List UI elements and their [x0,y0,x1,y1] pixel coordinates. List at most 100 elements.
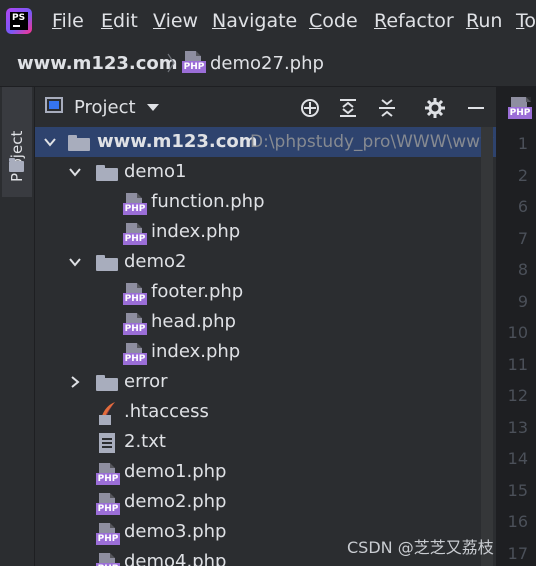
phpstorm-logo-icon: PS [6,8,32,34]
menu-label: o [524,10,536,32]
line-number: 15 [507,481,528,500]
watermark: CSDN @芝芝又荔枝 [347,538,494,557]
line-number: 7 [517,229,528,248]
expand-all-icon[interactable] [337,97,359,119]
folder-icon [68,135,90,151]
menu-mnemonic: E [101,10,114,32]
locate-icon[interactable] [299,97,321,119]
line-number: 12 [507,386,528,405]
line-number: 8 [517,260,528,279]
folder-icon [96,255,118,271]
logo-text: PS [12,13,26,23]
menu-label: ile [61,10,84,32]
collapse-all-icon[interactable] [376,97,398,119]
tree-scrollbar[interactable] [481,127,493,566]
editor-tab-php-icon[interactable]: PHP [508,97,536,121]
menu-label: efactor [386,10,454,32]
menu-label: iew [165,10,199,32]
tree-root-path: D:\phpstudy_pro\WWW\www [250,132,494,152]
tree-item-label: 2.txt [124,431,166,452]
tree-item-label: demo2 [124,251,187,272]
menu-label: dit [113,10,138,32]
tree-file-row[interactable]: PHP index.php [35,337,497,367]
line-number: 2 [517,166,528,185]
tree-item-label: .htaccess [124,401,209,422]
tree-file-row[interactable]: PHP head.php [35,307,497,337]
tree-folder-row[interactable]: demo2 [35,247,497,277]
tree-item-label: footer.php [151,281,244,302]
text-file-icon [99,433,115,453]
tool-window-strip: Project [0,87,35,566]
chevron-down-icon[interactable] [147,104,159,111]
tree-file-row[interactable]: 2.txt [35,427,497,457]
menu-file[interactable]: File [52,10,84,32]
menu-mnemonic: R [466,10,479,32]
tree-root-row[interactable]: www.m123.com D:\phpstudy_pro\WWW\www [35,127,497,157]
menu-code[interactable]: Code [309,10,358,32]
tree-root-name: www.m123.com [97,131,258,152]
editor-gutter: PHP 1 2 6 7 8 9 10 11 12 13 14 15 16 17 [498,87,536,566]
tree-file-row[interactable]: PHP footer.php [35,277,497,307]
menu-mnemonic: F [52,10,62,32]
line-number: 13 [507,418,528,437]
tree-file-row[interactable]: PHP index.php [35,217,497,247]
chevron-down-icon[interactable] [68,165,82,179]
breadcrumb-file[interactable]: demo27.php [210,53,324,74]
tree-item-label: index.php [151,221,241,242]
line-number: 1 [517,134,528,153]
tree-folder-row[interactable]: demo1 [35,157,497,187]
menu-view[interactable]: View [153,10,198,32]
line-number: 14 [507,449,528,468]
settings-icon[interactable] [424,97,446,119]
menu-mnemonic: V [153,10,166,32]
breadcrumb-separator-icon [167,53,175,73]
folder-icon [96,375,118,391]
chevron-right-icon[interactable] [68,375,82,389]
chevron-down-icon[interactable] [43,135,57,149]
tree-item-label: demo4.php [124,551,227,566]
project-view-icon [45,97,63,113]
apache-feather-icon [99,402,115,425]
hide-icon[interactable] [465,97,487,119]
php-file-icon: PHP [123,343,147,365]
tree-item-label: demo1 [124,161,187,182]
tree-item-label: index.php [151,341,241,362]
line-number: 9 [517,292,528,311]
tree-item-label: demo2.php [124,491,227,512]
project-tree: www.m123.com D:\phpstudy_pro\WWW\www dem… [35,127,497,566]
menu-bar: PS File Edit View Navigate Code Refactor… [0,0,536,44]
folder-icon [96,165,118,181]
php-file-icon: PHP [123,313,147,335]
line-number: 6 [517,197,528,216]
php-file-icon: PHP [96,523,120,545]
menu-label: avigate [226,10,298,32]
project-tool-tab[interactable]: Project [2,87,32,197]
menu-refactor[interactable]: Refactor [374,10,454,32]
tree-file-row[interactable]: PHP demo2.php [35,487,497,517]
tree-item-label: function.php [151,191,265,212]
project-view-selector[interactable]: Project [74,97,136,118]
project-tool-tab-label: Project [8,130,26,182]
php-file-icon: PHP [123,283,147,305]
tree-folder-row[interactable]: error [35,367,497,397]
tree-file-row[interactable]: PHP function.php [35,187,497,217]
breadcrumb: www.m123.com PHP demo27.php [0,44,536,87]
menu-navigate[interactable]: Navigate [212,10,297,32]
line-number: 16 [507,512,528,531]
tree-file-row[interactable]: PHP demo1.php [35,457,497,487]
line-number: 17 [507,544,528,563]
menu-edit[interactable]: Edit [101,10,138,32]
php-file-icon: PHP [123,223,147,245]
chevron-down-icon[interactable] [68,255,82,269]
line-number: 11 [507,355,528,374]
project-panel-header: Project [35,87,497,127]
tree-file-row[interactable]: .htaccess [35,397,497,427]
breadcrumb-root[interactable]: www.m123.com [17,53,178,74]
menu-tools[interactable]: To [516,10,536,32]
menu-label: un [478,10,503,32]
php-file-icon: PHP [96,493,120,515]
tree-item-label: head.php [151,311,236,332]
menu-run[interactable]: Run [466,10,502,32]
menu-mnemonic: R [374,10,387,32]
tree-item-label: demo1.php [124,461,227,482]
